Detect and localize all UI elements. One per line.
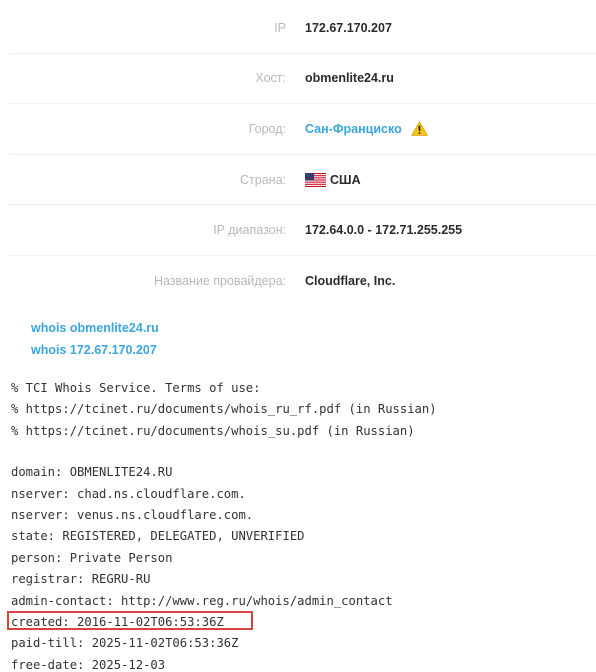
provider-label: Название провайдера:: [153, 274, 286, 289]
whois-links: whois obmenlite24.ru whois 172.67.170.20…: [31, 318, 159, 361]
ip-range-row: IP диапазон: 172.64.0.0 - 172.71.255.255: [10, 205, 596, 256]
country-value: США: [305, 172, 361, 187]
city-row: Город: Сан-Франциско: [10, 104, 596, 155]
whois-ip-link[interactable]: whois 172.67.170.207: [31, 340, 159, 362]
whois-paid-till-line: paid-till: 2025-11-02T06:53:36Z: [11, 636, 239, 651]
whois-output: % TCI Whois Service. Terms of use: % htt…: [11, 378, 437, 672]
whois-nserver-line: nserver: chad.ns.cloudflare.com.: [11, 486, 246, 501]
whois-free-date-line: free-date: 2025-12-03: [11, 657, 166, 672]
ip-label: IP: [274, 20, 286, 35]
whois-person-line: person: Private Person: [11, 550, 173, 565]
whois-header-line: % TCI Whois Service. Terms of use:: [11, 381, 261, 395]
us-flag-icon: [305, 172, 326, 187]
warning-icon: [410, 121, 428, 137]
ip-info-page: IP 172.67.170.207 Хост: obmenlite24.ru Г…: [0, 0, 596, 672]
whois-domain-line: domain: OBMENLITE24.RU: [11, 465, 173, 480]
whois-registrar-line: registrar: REGRU-RU: [11, 572, 151, 587]
city-label: Город:: [248, 121, 286, 136]
whois-header-line: % https://tcinet.ru/documents/whois_su.p…: [11, 423, 415, 438]
ip-info-table: IP 172.67.170.207 Хост: obmenlite24.ru Г…: [10, 3, 596, 307]
whois-admin-contact-line: admin-contact: http://www.reg.ru/whois/a…: [11, 593, 393, 608]
whois-created-line: created: 2016-11-02T06:53:36Z: [11, 614, 224, 629]
city-value[interactable]: Сан-Франциско: [305, 121, 428, 137]
whois-header-line: % https://tcinet.ru/documents/whois_ru_r…: [11, 402, 437, 417]
country-label: Страна:: [240, 172, 286, 187]
ip-range-label: IP диапазон:: [213, 223, 286, 238]
ip-value: 172.67.170.207: [305, 20, 392, 35]
provider-value: Cloudflare, Inc.: [305, 274, 396, 289]
whois-nserver-line: nserver: venus.ns.cloudflare.com.: [11, 507, 254, 522]
provider-row: Название провайдера: Cloudflare, Inc.: [10, 256, 596, 307]
city-link[interactable]: Сан-Франциско: [305, 122, 402, 136]
ip-range-value: 172.64.0.0 - 172.71.255.255: [305, 223, 463, 238]
country-name: США: [330, 172, 361, 187]
host-value: obmenlite24.ru: [305, 71, 394, 86]
host-label: Хост:: [255, 71, 286, 86]
country-row: Страна: США: [10, 155, 596, 206]
host-row: Хост: obmenlite24.ru: [10, 54, 596, 105]
whois-state-line: state: REGISTERED, DELEGATED, UNVERIFIED: [11, 529, 305, 544]
whois-blank-line: [11, 442, 437, 462]
ip-row: IP 172.67.170.207: [10, 3, 596, 54]
whois-domain-link[interactable]: whois obmenlite24.ru: [31, 318, 159, 340]
